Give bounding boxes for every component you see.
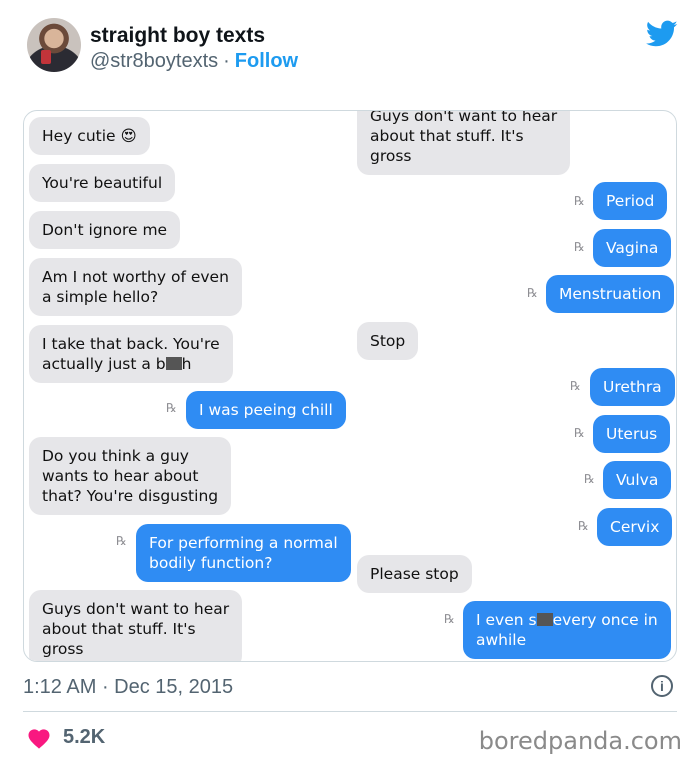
message-bubble: Am I not worthy of even a simple hello?	[29, 258, 242, 316]
read-receipt-icon: ℞	[574, 240, 585, 254]
message-bubble: Menstruation	[546, 275, 675, 313]
info-icon[interactable]: i	[651, 675, 673, 697]
message-bubble: Vagina	[593, 229, 672, 267]
tweet-timestamp[interactable]: 1:12 AM · Dec 15, 2015	[23, 676, 233, 699]
message-bubble: Cervix	[597, 508, 673, 546]
message-bubble: Stop	[357, 322, 419, 360]
read-receipt-icon: ℞	[116, 534, 127, 548]
message-bubble: Don't ignore me	[29, 211, 181, 249]
message-bubble: Guys don't want to hear about that stuff.…	[29, 590, 243, 661]
message-bubble: I take that back. You're actually just a…	[29, 325, 233, 383]
message-bubble: I even s every once in awhile	[463, 601, 671, 659]
divider	[23, 711, 677, 712]
like-count[interactable]: 5.2K	[63, 726, 105, 749]
conversation-screenshot[interactable]: Hey cutie 😍 You're beautiful Don't ignor…	[23, 110, 677, 662]
read-receipt-icon: ℞	[444, 612, 455, 626]
redaction-mark	[165, 357, 182, 370]
conversation-left-panel: Hey cutie 😍 You're beautiful Don't ignor…	[24, 111, 351, 661]
read-receipt-icon: ℞	[570, 379, 581, 393]
follow-button[interactable]: Follow	[235, 50, 298, 72]
message-bubble: You're beautiful	[29, 164, 176, 202]
message-bubble: I was peeing chill	[186, 391, 346, 429]
message-bubble: Uterus	[593, 415, 671, 453]
handle-row: @str8boytexts · Follow	[90, 50, 298, 73]
message-bubble: Hey cutie 😍	[29, 117, 150, 155]
message-bubble: Period	[593, 182, 668, 220]
read-receipt-icon: ℞	[166, 401, 177, 415]
message-bubble: Urethra	[590, 368, 675, 406]
message-bubble: Vulva	[603, 461, 672, 499]
read-receipt-icon: ℞	[584, 472, 595, 486]
conversation-right-panel: Guys don't want to hear about that stuff.…	[352, 111, 676, 661]
watermark: boredpanda.com	[478, 727, 682, 755]
read-receipt-icon: ℞	[574, 194, 585, 208]
display-name[interactable]: straight boy texts	[90, 24, 265, 48]
separator: ·	[223, 50, 230, 72]
avatar[interactable]	[27, 18, 81, 72]
message-bubble: Guys don't want to hear about that stuff.…	[357, 111, 571, 175]
read-receipt-icon: ℞	[527, 286, 538, 300]
heart-icon[interactable]	[27, 727, 51, 749]
message-bubble: For performing a normal bodily function?	[136, 524, 351, 582]
handle[interactable]: @str8boytexts	[90, 50, 218, 72]
read-receipt-icon: ℞	[574, 426, 585, 440]
message-bubble: Do you think a guy wants to hear about tha…	[29, 437, 232, 515]
message-bubble: Please stop	[357, 555, 472, 593]
redaction-mark	[536, 613, 553, 626]
read-receipt-icon: ℞	[578, 519, 589, 533]
twitter-logo-icon[interactable]	[646, 20, 678, 48]
